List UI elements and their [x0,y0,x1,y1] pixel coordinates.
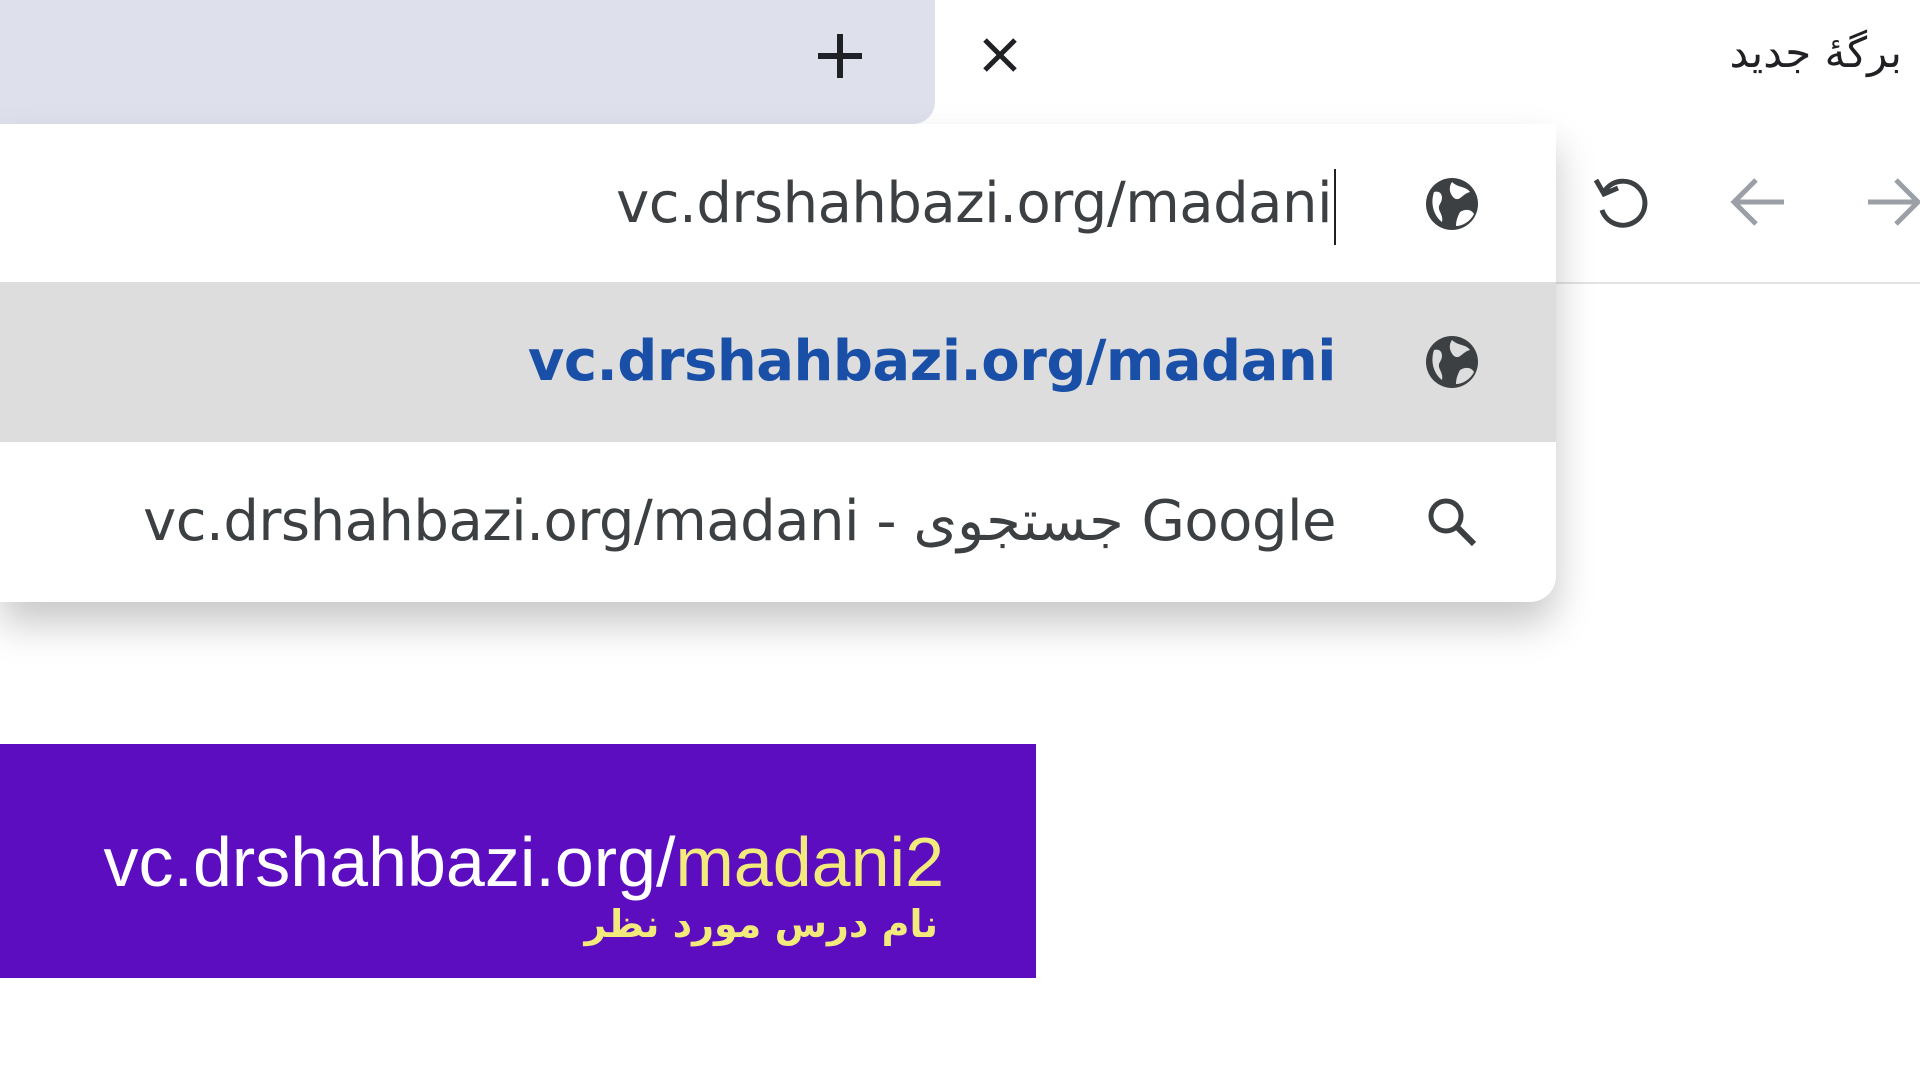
banner-url-prefix: vc.drshahbazi.org/ [103,823,676,901]
tab-title: برگهٔ جدید [1729,28,1902,77]
suggestion-url-text: vc.drshahbazi.org/madani [527,329,1337,394]
banner-caption: نام درس مورد نظر [584,902,938,946]
close-icon [983,38,1017,72]
banner-url: vc.drshahbazi.org/madani2 [104,820,944,904]
arrow-back-icon [1730,178,1784,226]
banner-url-suffix: madani2 [675,823,944,901]
globe-icon [1426,178,1478,230]
tab-strip [0,0,935,124]
text-caret [1334,168,1336,245]
arrow-forward-icon [1868,178,1920,226]
omnibox-dropdown: vc.drshahbazi.org/madani vc.drshahbazi.o… [0,124,1556,602]
forward-button[interactable] [1852,160,1920,244]
address-input[interactable]: vc.drshahbazi.org/madani [0,124,1556,284]
suggestion-search[interactable]: vc.drshahbazi.org/madani - جستجوی Google [0,442,1556,602]
search-icon [1428,498,1477,547]
omnibox-site-icon [1418,170,1486,238]
suggestion-url-icon [1418,328,1486,396]
address-input-text: vc.drshahbazi.org/madani [616,162,1336,246]
tab-close-button[interactable] [965,22,1035,88]
suggestion-url[interactable]: vc.drshahbazi.org/madani [0,282,1556,442]
reload-button[interactable] [1580,160,1664,244]
browser-window: برگهٔ جدید vc.drshahbazi.org/madani vc.d… [0,0,1920,1080]
plus-icon [818,34,862,78]
reload-icon [1593,178,1648,228]
address-input-value: vc.drshahbazi.org/madani [616,171,1332,236]
suggestion-search-text: vc.drshahbazi.org/madani - جستجوی Google [143,489,1336,554]
globe-icon [1426,336,1478,388]
suggestion-search-icon [1418,488,1486,556]
url-banner: vc.drshahbazi.org/madani2 نام درس مورد ن… [0,744,1036,978]
tab-new-tab[interactable]: برگهٔ جدید [935,0,1920,124]
new-tab-button[interactable] [800,20,880,92]
back-button[interactable] [1716,160,1800,244]
